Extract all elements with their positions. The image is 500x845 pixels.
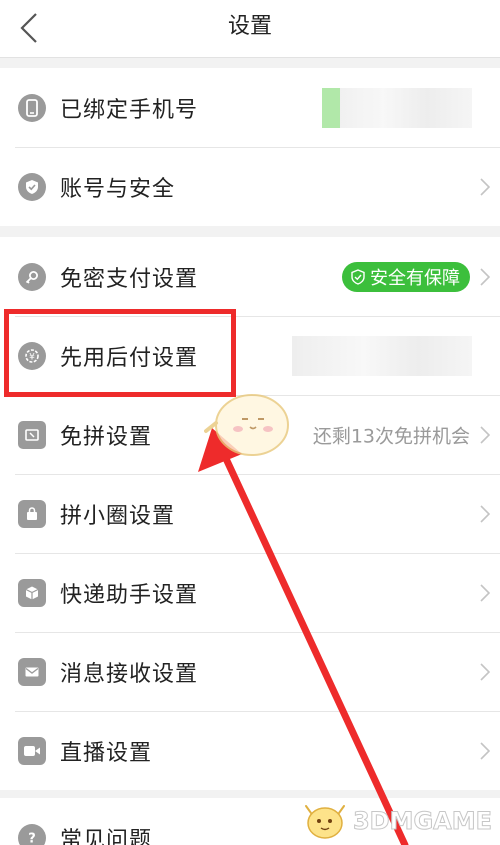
chevron-right-icon	[480, 504, 490, 523]
shield-icon	[18, 172, 46, 201]
chevron-right-icon	[480, 741, 490, 760]
settings-item-messages[interactable]: 消息接收设置	[0, 632, 500, 711]
pay-later-status-redacted	[292, 335, 472, 376]
settings-item-live[interactable]: 直播设置	[0, 711, 500, 790]
settings-item-label: 已绑定手机号	[60, 97, 199, 123]
settings-item-circle[interactable]: 拼小圈设置	[0, 474, 500, 553]
security-badge: 安全有保障	[342, 261, 470, 292]
settings-item-label: 账号与安全	[60, 176, 176, 202]
watermark-text: 3DMGAME	[352, 807, 492, 836]
phone-number-redacted	[322, 87, 472, 128]
coupon-icon	[18, 420, 46, 449]
settings-item-label: 消息接收设置	[60, 661, 199, 687]
settings-item-express[interactable]: 快递助手设置	[0, 553, 500, 632]
video-icon	[18, 736, 46, 765]
svg-text:?: ?	[28, 831, 36, 845]
chevron-right-icon	[480, 425, 490, 444]
key-icon	[18, 262, 46, 291]
page-title: 设置	[227, 14, 272, 39]
package-icon	[18, 578, 46, 607]
nav-bar: 设置	[0, 0, 500, 58]
shield-check-icon	[351, 268, 365, 285]
phone-icon	[18, 93, 46, 122]
question-icon: ?	[18, 823, 46, 845]
settings-group-account: 已绑定手机号 账号与安全	[0, 68, 500, 226]
settings-item-label: 免拼设置	[60, 424, 153, 450]
settings-item-label: 拼小圈设置	[60, 503, 176, 529]
settings-item-label: 常见问题	[60, 827, 153, 845]
chevron-right-icon	[480, 177, 490, 196]
settings-item-label: 直播设置	[60, 740, 153, 766]
chevron-right-icon	[480, 267, 490, 286]
chevron-right-icon	[480, 662, 490, 681]
bag-icon	[18, 499, 46, 528]
settings-item-account-security[interactable]: 账号与安全	[0, 147, 500, 226]
settings-item-label: 免密支付设置	[60, 266, 199, 292]
skip-group-remaining: 还剩13次免拼机会	[312, 425, 470, 447]
security-badge-label: 安全有保障	[370, 267, 460, 289]
settings-item-phone[interactable]: 已绑定手机号	[0, 68, 500, 147]
watermark: 3DMGAME	[303, 799, 493, 843]
settings-item-label: 快递助手设置	[60, 582, 199, 608]
chevron-right-icon	[480, 583, 490, 602]
mail-icon	[18, 657, 46, 686]
settings-item-passwordless-pay[interactable]: 免密支付设置 安全有保障	[0, 237, 500, 316]
watermark-mascot	[204, 394, 289, 456]
watermark-logo-icon	[304, 805, 345, 839]
